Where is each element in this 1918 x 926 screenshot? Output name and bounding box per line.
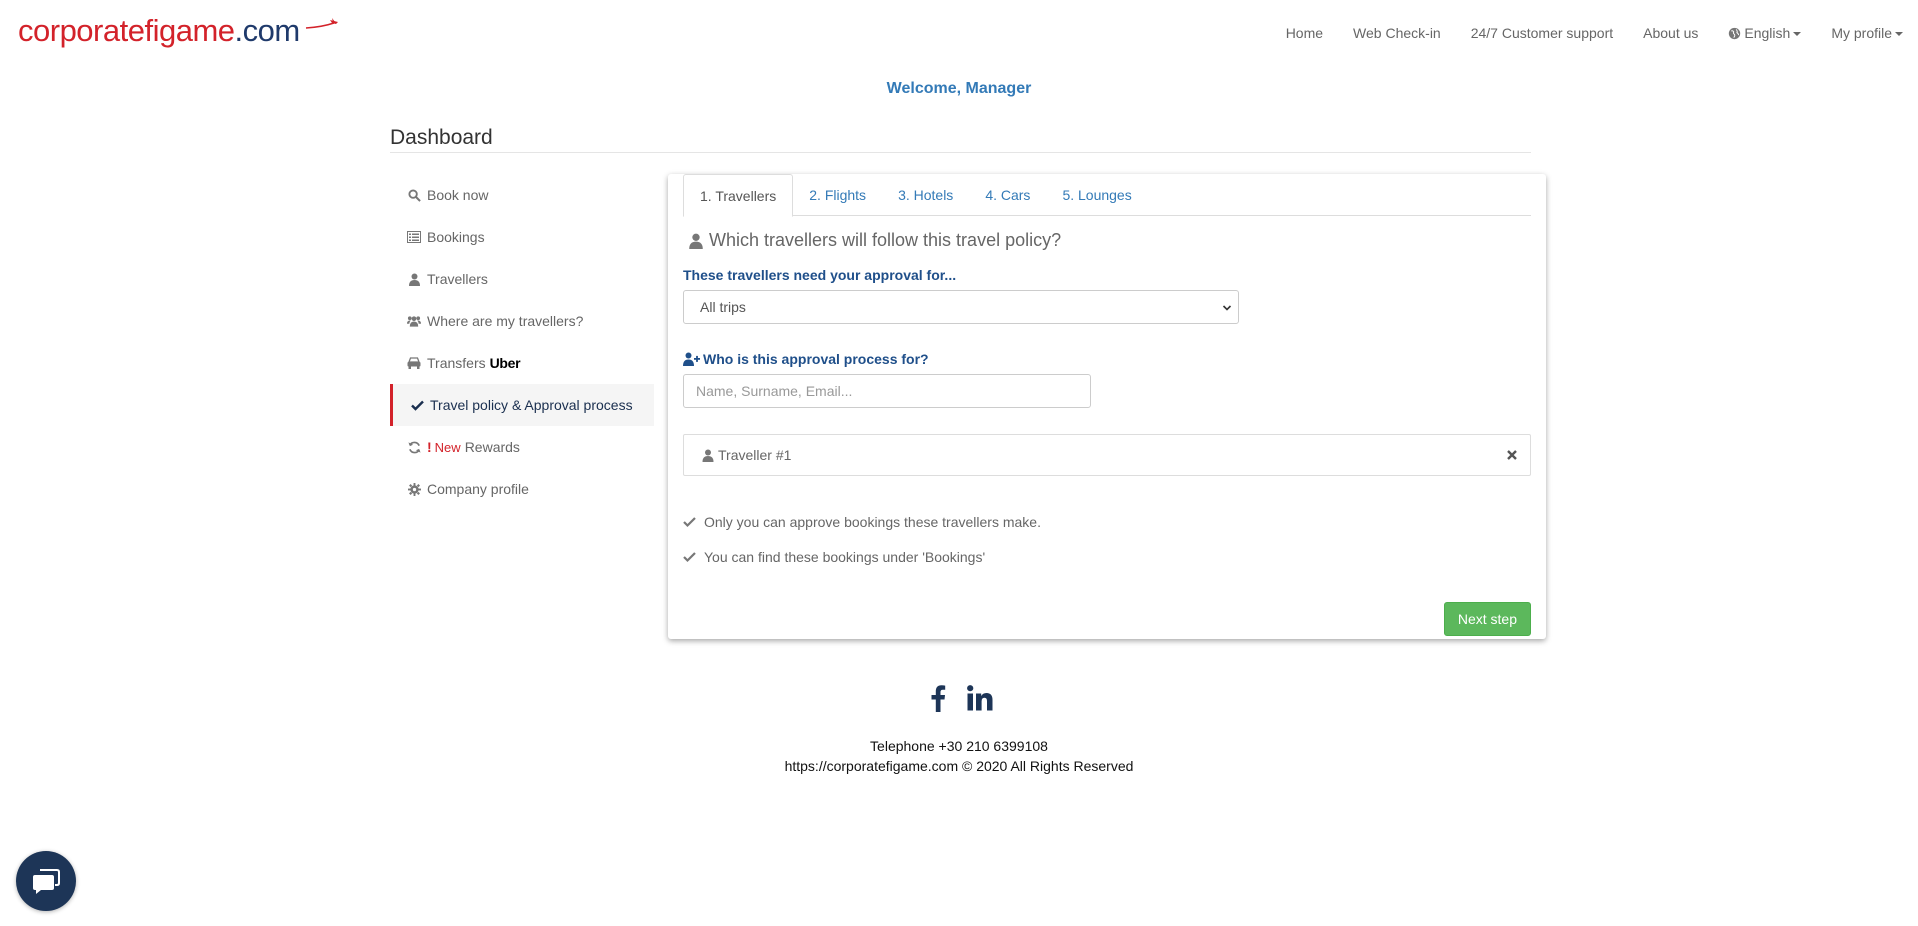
- sidebar-item-company-profile[interactable]: Company profile: [390, 468, 654, 510]
- globe-icon: [1729, 27, 1741, 39]
- close-icon[interactable]: [1506, 449, 1518, 461]
- sidebar-item-book-now[interactable]: Book now: [390, 174, 654, 216]
- traveller-item: Traveller #1: [683, 434, 1531, 476]
- top-navbar: corporate figame .com Home Web Check-in 24…: [0, 0, 1918, 66]
- sidebar-item-where-are-my-travellers[interactable]: Where are my travellers?: [390, 300, 654, 342]
- check-icon: [410, 398, 424, 412]
- gear-icon: [407, 482, 421, 496]
- travel-policy-card: 1. Travellers 2. Flights 3. Hotels 4. Ca…: [668, 174, 1546, 639]
- profile-dropdown[interactable]: My profile: [1816, 25, 1918, 41]
- nav-about-us[interactable]: About us: [1628, 25, 1713, 41]
- sidebar-item-bookings[interactable]: Bookings: [390, 216, 654, 258]
- tab-cars[interactable]: 4. Cars: [969, 174, 1046, 216]
- user-icon: [407, 272, 421, 286]
- nav-customer-support[interactable]: 24/7 Customer support: [1456, 25, 1628, 41]
- list-icon: [407, 230, 421, 244]
- tab-hotels[interactable]: 3. Hotels: [882, 174, 969, 216]
- tab-lounges[interactable]: 5. Lounges: [1046, 174, 1147, 216]
- nav-home[interactable]: Home: [1271, 25, 1338, 41]
- plane-icon: [305, 18, 338, 29]
- policy-tabs: 1. Travellers 2. Flights 3. Hotels 4. Ca…: [683, 174, 1531, 217]
- uber-logo: Uber: [489, 355, 521, 371]
- brand-logo[interactable]: corporate figame .com: [18, 14, 338, 48]
- chat-widget-button[interactable]: [16, 851, 76, 911]
- traveller-search-input[interactable]: [683, 374, 1091, 408]
- page-title: Dashboard: [390, 126, 493, 149]
- sidebar-item-transfers[interactable]: Transfers Uber: [390, 342, 654, 384]
- exclamation-icon: !: [427, 439, 432, 455]
- welcome-message: Welcome, Manager: [886, 80, 1032, 97]
- users-icon: [407, 314, 421, 328]
- refresh-icon: [407, 440, 421, 454]
- user-icon: [689, 233, 703, 249]
- sidebar-item-rewards[interactable]: ! New Rewards: [390, 426, 654, 468]
- approval-note: Only you can approve bookings these trav…: [683, 514, 1041, 530]
- footer-telephone: Telephone +30 210 6399108: [870, 738, 1048, 754]
- sidebar-item-travel-policy[interactable]: Travel policy & Approval process: [390, 384, 654, 426]
- who-label: Who is this approval process for?: [683, 351, 929, 367]
- caret-down-icon: [1895, 32, 1903, 36]
- tab-travellers[interactable]: 1. Travellers: [683, 174, 794, 217]
- facebook-icon[interactable]: [924, 683, 952, 713]
- linkedin-icon[interactable]: [966, 683, 994, 713]
- title-divider: [390, 152, 1531, 153]
- caret-down-icon: [1793, 32, 1802, 36]
- approval-label: These travellers need your approval for.…: [683, 267, 957, 283]
- search-icon: [407, 188, 421, 202]
- approval-select[interactable]: All trips: [683, 290, 1239, 324]
- main-nav: Home Web Check-in 24/7 Customer support …: [1271, 22, 1918, 44]
- section-question: Which travellers will follow this travel…: [688, 230, 1061, 251]
- user-plus-icon: [683, 352, 700, 366]
- nav-web-check-in[interactable]: Web Check-in: [1338, 25, 1456, 41]
- car-icon: [407, 356, 421, 370]
- chat-icon: [33, 869, 60, 894]
- check-icon: [683, 552, 696, 563]
- new-badge: New: [434, 439, 461, 455]
- tab-flights[interactable]: 2. Flights: [793, 174, 882, 216]
- chevron-down-icon: [1222, 305, 1232, 311]
- social-links: [0, 683, 1918, 713]
- next-step-button[interactable]: Next step: [1443, 602, 1531, 636]
- language-dropdown[interactable]: English: [1713, 25, 1816, 41]
- footer-copyright: https://corporatefigame.com © 2020 All R…: [784, 758, 1134, 774]
- sidebar-item-travellers[interactable]: Travellers: [390, 258, 654, 300]
- user-icon: [702, 449, 714, 462]
- sidebar: Book now Bookings Travellers Where are m…: [390, 174, 654, 510]
- check-icon: [683, 517, 696, 528]
- bookings-note: You can find these bookings under 'Booki…: [683, 549, 985, 565]
